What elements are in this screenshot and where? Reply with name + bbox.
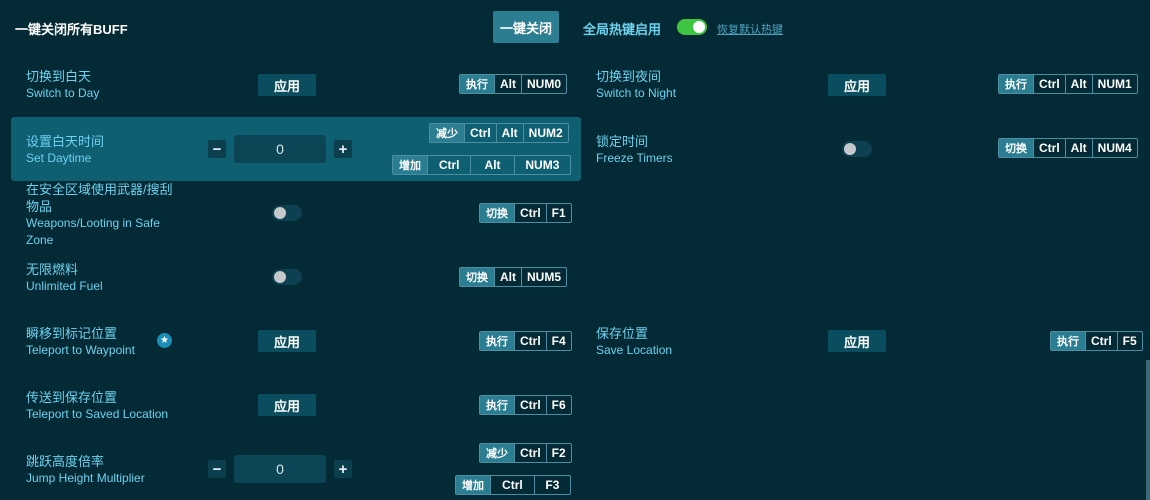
set-daytime-label: 设置白天时间 Set Daytime <box>26 134 105 165</box>
switch-night-label: 切换到夜间 Switch to Night <box>596 69 677 100</box>
unlimited-fuel-toggle[interactable] <box>272 269 302 285</box>
teleport-waypoint-label: 瞬移到标记位置 Teleport to Waypoint <box>26 326 135 357</box>
set-daytime-value[interactable]: 0 <box>234 135 326 163</box>
jump-height-decrease-hotkey[interactable]: 减少 Ctrl F2 <box>479 443 572 463</box>
plus-icon: + <box>338 460 348 478</box>
freeze-timers-label: 锁定时间 Freeze Timers <box>596 134 673 165</box>
teleport-saved-apply-button[interactable]: 应用 <box>258 394 316 416</box>
weapons-safe-zone-label: 在安全区域使用武器/搜刮 物品 Weapons/Looting in Safe … <box>26 182 173 247</box>
set-daytime-decrease-hotkey[interactable]: 减少 Ctrl Alt NUM2 <box>429 123 569 143</box>
save-location-apply-button[interactable]: 应用 <box>828 330 886 352</box>
restore-default-hotkeys-link[interactable]: 恢复默认热键 <box>717 21 783 37</box>
save-location-hotkey[interactable]: 执行 Ctrl F5 <box>1050 331 1143 351</box>
jump-height-decrease-button[interactable]: − <box>208 460 226 478</box>
freeze-timers-toggle[interactable] <box>842 141 872 157</box>
minus-icon: − <box>212 140 222 158</box>
page-title: 一键关闭所有BUFF <box>15 22 128 37</box>
jump-height-increase-button[interactable]: + <box>334 460 352 478</box>
global-hotkey-label: 全局热键启用 <box>583 22 662 37</box>
weapons-safe-zone-hotkey[interactable]: 切换 Ctrl F1 <box>479 203 572 223</box>
switch-day-apply-button[interactable]: 应用 <box>258 74 316 96</box>
set-daytime-increase-hotkey[interactable]: 增加 Ctrl Alt NUM3 <box>392 155 571 175</box>
save-location-label: 保存位置 Save Location <box>596 326 673 357</box>
plus-icon: + <box>338 140 348 158</box>
minus-icon: − <box>212 460 222 478</box>
jump-height-value[interactable]: 0 <box>234 455 326 483</box>
switch-day-label: 切换到白天 Switch to Day <box>26 69 100 100</box>
teleport-saved-label: 传送到保存位置 Teleport to Saved Location <box>26 390 169 421</box>
global-hotkey-toggle[interactable] <box>677 19 707 35</box>
weapons-safe-zone-toggle[interactable] <box>272 205 302 221</box>
unlimited-fuel-hotkey[interactable]: 切换 Alt NUM5 <box>459 267 568 287</box>
freeze-timers-hotkey[interactable]: 切换 Ctrl Alt NUM4 <box>998 138 1138 158</box>
jump-height-label: 跳跃高度倍率 Jump Height Multiplier <box>26 454 145 485</box>
switch-night-hotkey[interactable]: 执行 Ctrl Alt NUM1 <box>998 74 1138 94</box>
close-all-button[interactable]: 一键关闭 <box>493 11 559 43</box>
scrollbar-thumb[interactable] <box>1146 360 1150 500</box>
teleport-saved-hotkey[interactable]: 执行 Ctrl F6 <box>479 395 572 415</box>
switch-night-apply-button[interactable]: 应用 <box>828 74 886 96</box>
set-daytime-decrease-button[interactable]: − <box>208 140 226 158</box>
favorite-star-icon[interactable]: ★ <box>157 333 172 348</box>
switch-day-hotkey[interactable]: 执行 Alt NUM0 <box>459 74 568 94</box>
teleport-waypoint-apply-button[interactable]: 应用 <box>258 330 316 352</box>
jump-height-increase-hotkey[interactable]: 增加 Ctrl F3 <box>455 475 571 495</box>
unlimited-fuel-label: 无限燃料 Unlimited Fuel <box>26 262 103 293</box>
teleport-waypoint-hotkey[interactable]: 执行 Ctrl F4 <box>479 331 572 351</box>
set-daytime-increase-button[interactable]: + <box>334 140 352 158</box>
